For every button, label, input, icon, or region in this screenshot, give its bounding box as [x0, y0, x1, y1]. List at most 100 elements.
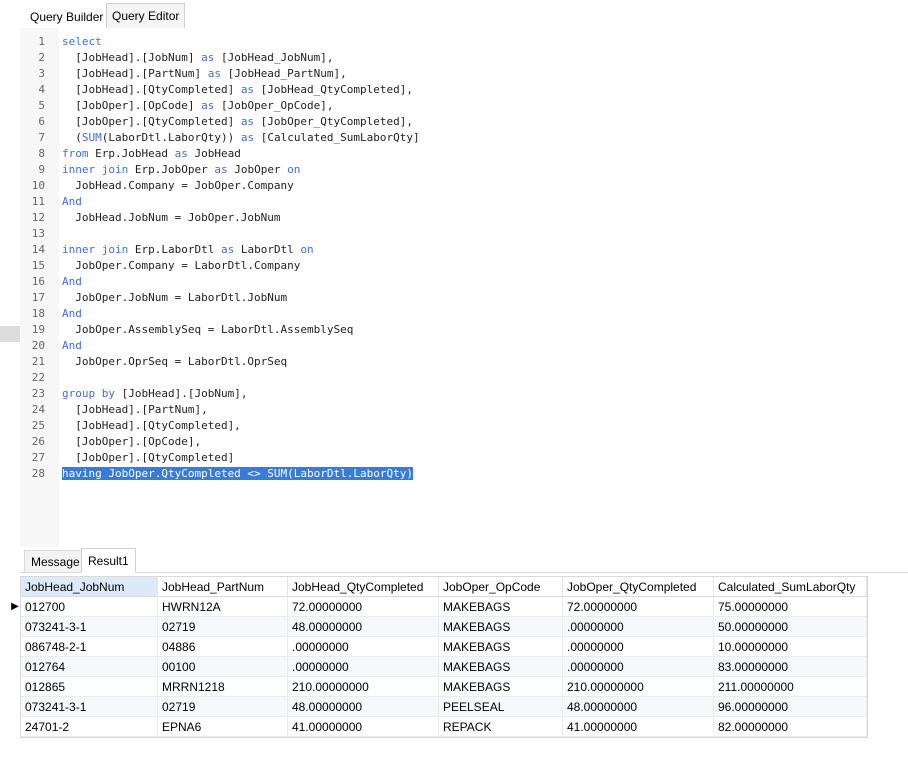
table-cell[interactable]: MAKEBAGS [439, 677, 563, 697]
column-header[interactable]: JobOper_QtyCompleted [563, 577, 714, 597]
column-header[interactable]: JobHead_JobNum [21, 577, 158, 597]
table-cell[interactable]: 83.00000000 [714, 657, 867, 677]
table-cell[interactable]: 073241-3-1 [21, 617, 158, 637]
code-line[interactable]: 8 from Erp.JobHead as JobHead [20, 146, 908, 162]
table-cell[interactable]: 211.00000000 [714, 677, 867, 697]
table-cell[interactable]: PEELSEAL [439, 697, 563, 717]
table-cell[interactable]: 48.00000000 [288, 617, 439, 637]
code-line[interactable]: 25 [JobHead].[QtyCompleted], [20, 418, 908, 434]
splitter-handle[interactable] [0, 326, 20, 342]
table-cell[interactable]: 086748-2-1 [21, 637, 158, 657]
code-line[interactable]: 5 [JobOper].[OpCode] as [JobOper_OpCode]… [20, 98, 908, 114]
table-cell[interactable]: MAKEBAGS [439, 637, 563, 657]
table-row[interactable]: 086748-2-1 04886.00000000 MAKEBAGS .0000000… [21, 637, 867, 657]
table-cell[interactable]: 073241-3-1 [21, 697, 158, 717]
code-line[interactable]: 3 [JobHead].[PartNum] as [JobHead_PartNu… [20, 66, 908, 82]
table-row[interactable]: 012764 00100.00000000 MAKEBAGS .00000000 83.… [21, 657, 867, 677]
table-cell[interactable]: 48.00000000 [563, 697, 714, 717]
table-cell[interactable]: .00000000 [563, 617, 714, 637]
table-row[interactable]: ▶ 012700 HWRN12A 72.00000000 MAKEBAGS 72.0000… [11, 597, 867, 617]
table-cell[interactable]: 10.00000000 [714, 637, 867, 657]
table-cell[interactable]: 82.00000000 [714, 717, 867, 737]
table-cell[interactable]: MAKEBAGS [439, 657, 563, 677]
code-text: [JobOper].[OpCode] as [JobOper_OpCode], [62, 98, 333, 114]
code-line[interactable]: 16 And [20, 274, 908, 290]
code-token: [JobOper].[OpCode], [62, 435, 202, 448]
table-cell[interactable]: 02719 [158, 697, 288, 717]
table-cell[interactable]: 48.00000000 [288, 697, 439, 717]
code-text: [JobOper].[QtyCompleted] as [JobOper_Qty… [62, 114, 413, 130]
table-cell[interactable]: 50.00000000 [714, 617, 867, 637]
code-line[interactable]: 21 JobOper.OprSeq = LaborDtl.OprSeq [20, 354, 908, 370]
code-line[interactable]: 24 [JobHead].[PartNum], [20, 402, 908, 418]
column-header[interactable]: JobOper_OpCode [439, 577, 563, 597]
code-line[interactable]: 15 JobOper.Company = LaborDtl.Company [20, 258, 908, 274]
table-cell[interactable]: REPACK [439, 717, 563, 737]
code-line[interactable]: 2 [JobHead].[JobNum] as [JobHead_JobNum]… [20, 50, 908, 66]
table-row[interactable]: 24701-2 EPNA6 41.00000000 REPACK 41.00000000… [21, 717, 867, 737]
code-line[interactable]: 6 [JobOper].[QtyCompleted] as [JobOper_Q… [20, 114, 908, 130]
line-number: 25 [31, 419, 45, 432]
results-grid[interactable]: JobHead_JobNum JobHead_PartNum JobHead_Qty… [11, 576, 868, 738]
table-cell[interactable]: HWRN12A [158, 597, 288, 617]
tab-query-builder[interactable]: Query Builder [24, 5, 110, 27]
sql-keyword: as [174, 147, 188, 160]
line-number: 4 [38, 83, 45, 96]
code-line[interactable]: 1 select [20, 34, 908, 50]
table-cell[interactable]: 24701-2 [21, 717, 158, 737]
code-line[interactable]: 9 inner join Erp.JobOper as JobOper on [20, 162, 908, 178]
code-text: JobOper.OprSeq = LaborDtl.OprSeq [62, 354, 287, 370]
code-line[interactable]: 22 [20, 370, 908, 386]
code-line[interactable]: 12 JobHead.JobNum = JobOper.JobNum [20, 210, 908, 226]
code-line[interactable]: 18 And [20, 306, 908, 322]
column-header[interactable]: JobHead_QtyCompleted [288, 577, 439, 597]
table-cell[interactable]: 210.00000000 [563, 677, 714, 697]
table-cell[interactable]: 04886 [158, 637, 288, 657]
code-line[interactable]: 23 group by [JobHead].[JobNum], [20, 386, 908, 402]
table-row[interactable]: 073241-3-1 02719 48.00000000 MAKEBAGS .00000… [21, 617, 867, 637]
table-cell[interactable]: 41.00000000 [288, 717, 439, 737]
table-cell[interactable]: MRRN1218 [158, 677, 288, 697]
table-cell[interactable]: 012764 [21, 657, 158, 677]
code-line[interactable]: 26 [JobOper].[OpCode], [20, 434, 908, 450]
code-line[interactable]: 28 having JobOper.QtyCompleted <> SUM(Lab… [20, 466, 908, 482]
column-header[interactable]: Calculated_SumLaborQty [714, 577, 867, 597]
code-line[interactable]: 17 JobOper.JobNum = LaborDtl.JobNum [20, 290, 908, 306]
table-cell[interactable]: MAKEBAGS [439, 597, 563, 617]
code-text: JobOper.AssemblySeq = LaborDtl.AssemblyS… [62, 322, 353, 338]
table-cell[interactable]: .00000000 [288, 657, 439, 677]
code-line[interactable]: 13 [20, 226, 908, 242]
table-cell[interactable]: 72.00000000 [563, 597, 714, 617]
table-cell[interactable]: 012865 [21, 677, 158, 697]
table-cell[interactable]: .00000000 [563, 657, 714, 677]
table-row[interactable]: 012865 MRRN1218 210.00000000 MAKEBAGS 210.00… [21, 677, 867, 697]
code-line[interactable]: 4 [JobHead].[QtyCompleted] as [JobHead_Q… [20, 82, 908, 98]
sql-editor[interactable]: 1 select 2 [JobHead].[JobNum] as [JobHead_… [20, 28, 908, 547]
code-token: LaborDtl [234, 243, 301, 256]
column-header[interactable]: JobHead_PartNum [158, 577, 288, 597]
code-line[interactable]: 10 JobHead.Company = JobOper.Company [20, 178, 908, 194]
line-number: 20 [31, 339, 45, 352]
code-line[interactable]: 11 And [20, 194, 908, 210]
table-cell[interactable]: 00100 [158, 657, 288, 677]
table-cell[interactable]: MAKEBAGS [439, 617, 563, 637]
tab-query-editor[interactable]: Query Editor [106, 3, 186, 28]
table-cell[interactable]: 012700 [21, 597, 158, 617]
table-cell[interactable]: .00000000 [288, 637, 439, 657]
tab-message[interactable]: Message [24, 550, 87, 572]
table-cell[interactable]: 41.00000000 [563, 717, 714, 737]
table-row[interactable]: 073241-3-1 02719 48.00000000 PEELSEAL 48.000… [21, 697, 867, 717]
tab-result1[interactable]: Result1 [81, 548, 136, 573]
code-line[interactable]: 19 JobOper.AssemblySeq = LaborDtl.Assemb… [20, 322, 908, 338]
table-cell[interactable]: EPNA6 [158, 717, 288, 737]
table-cell[interactable]: 02719 [158, 617, 288, 637]
table-cell[interactable]: 75.00000000 [714, 597, 867, 617]
code-line[interactable]: 14 inner join Erp.LaborDtl as LaborDtl on [20, 242, 908, 258]
table-cell[interactable]: 210.00000000 [288, 677, 439, 697]
table-cell[interactable]: 72.00000000 [288, 597, 439, 617]
code-line[interactable]: 27 [JobOper].[QtyCompleted] [20, 450, 908, 466]
code-line[interactable]: 7 (SUM(LaborDtl.LaborQty)) as [Calculate… [20, 130, 908, 146]
code-line[interactable]: 20 And [20, 338, 908, 354]
table-cell[interactable]: .00000000 [563, 637, 714, 657]
table-cell[interactable]: 96.00000000 [714, 697, 867, 717]
